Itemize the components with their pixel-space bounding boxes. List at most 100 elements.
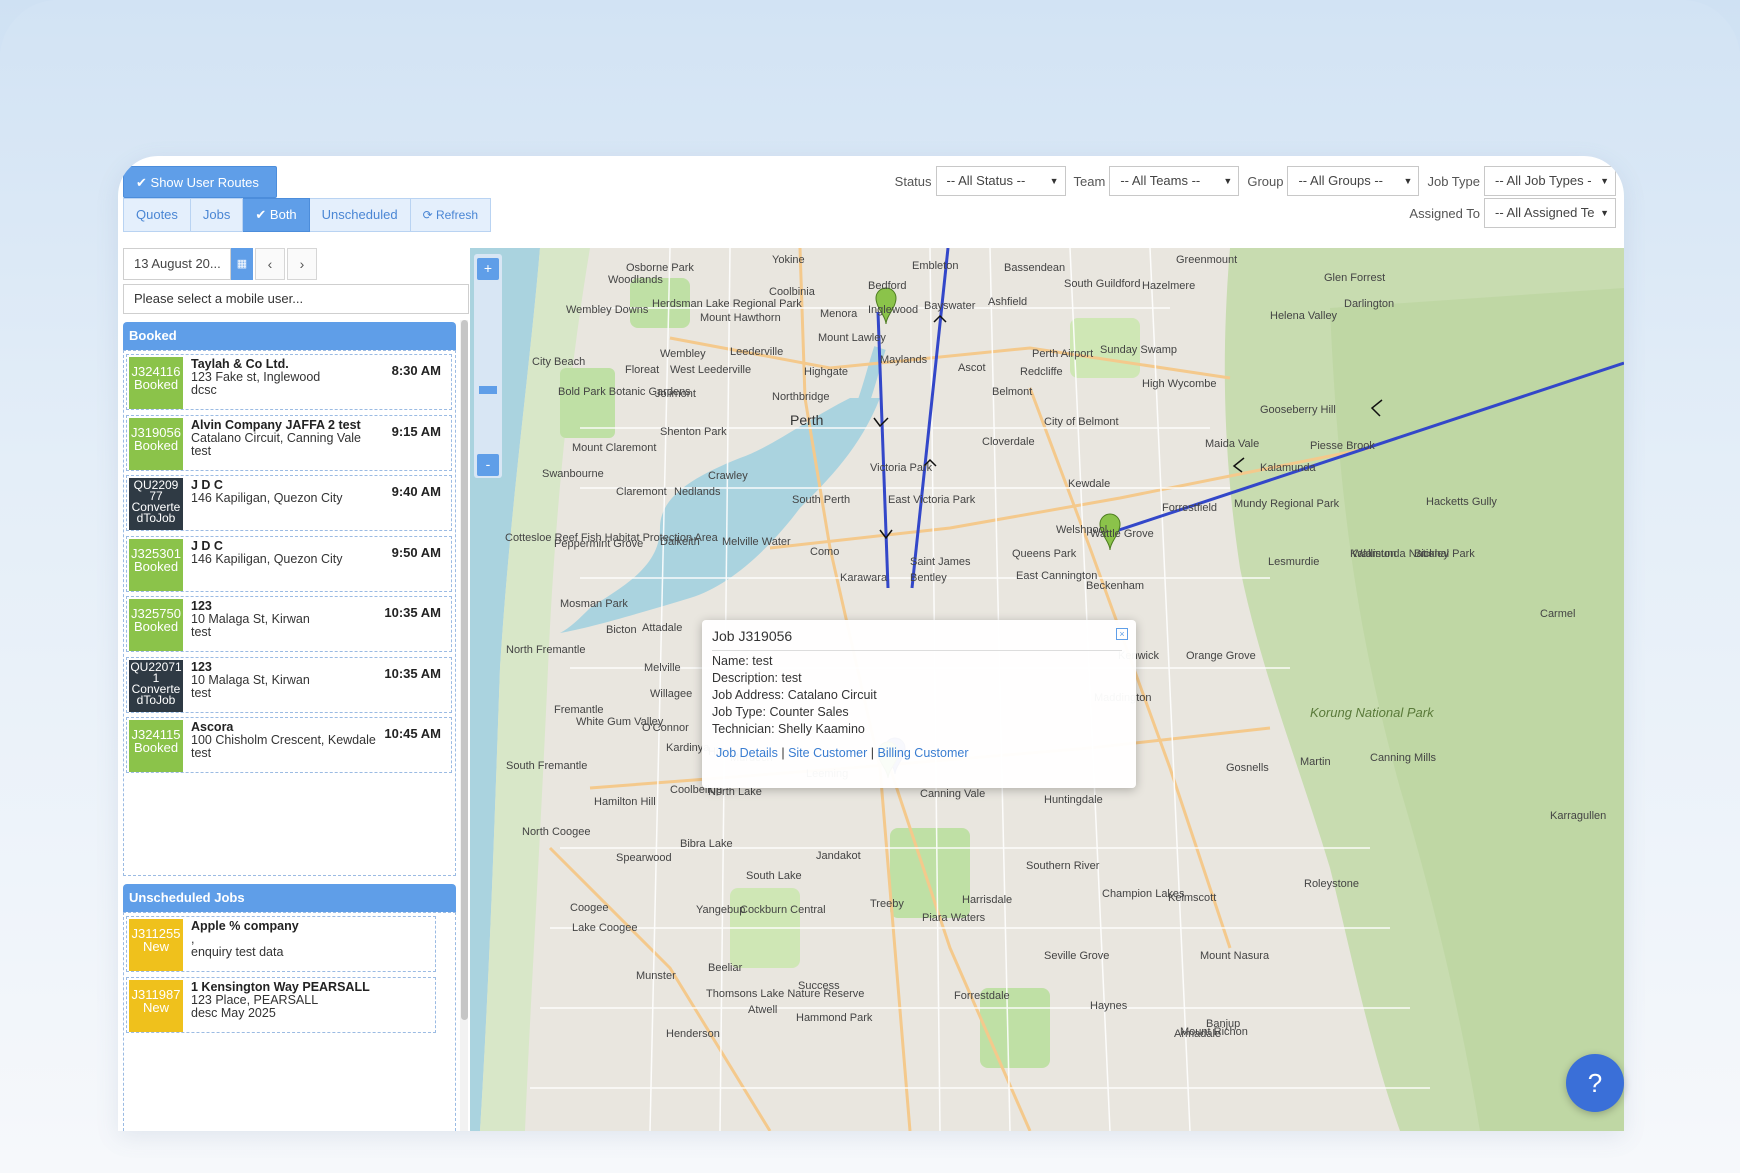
job-address: ,	[191, 932, 195, 946]
job-details-link[interactable]: Job Details	[716, 746, 778, 760]
map-label: Bold Park Botanic Gardens	[558, 386, 691, 398]
map-label: Gosnells	[1226, 762, 1269, 774]
job-info: Apple % company, enquiry test data	[191, 920, 381, 959]
job-card[interactable]: J311255 New Apple % company, enquiry test d…	[126, 916, 436, 972]
job-card[interactable]: QU22071 1 Converte dToJob 123 10 Malaga St,…	[126, 656, 452, 713]
job-status: Booked	[133, 437, 179, 453]
job-sidebar: 13 August 20... ▦ ‹ › Please select a mo…	[123, 248, 469, 1131]
map-label: Crawley	[708, 470, 748, 482]
group-label: Group	[1247, 173, 1284, 189]
map-label: Jandakot	[816, 850, 861, 862]
job-badge: J325750 Booked	[129, 599, 183, 651]
tab-quotes[interactable]: Quotes	[123, 198, 191, 232]
check-icon: ✔	[255, 207, 267, 222]
map-label: Coogee	[570, 902, 609, 914]
map-label: Bayswater	[924, 300, 976, 312]
map-label: Munster	[636, 970, 676, 982]
job-address: 146 Kapiligan, Quezon City	[191, 551, 343, 566]
map-label: Ascot	[958, 362, 986, 374]
zoom-out-button[interactable]: -	[477, 454, 499, 476]
job-title: Taylah & Co Ltd.	[191, 357, 289, 371]
caret-down-icon: ▼	[1223, 176, 1233, 186]
unscheduled-header: Unscheduled Jobs	[123, 884, 456, 912]
prev-day-button[interactable]: ‹	[255, 248, 285, 280]
map-label: Nedlands	[674, 486, 721, 498]
next-day-button[interactable]: ›	[287, 248, 317, 280]
map[interactable]: Osborne Park Yokine Embleton Bassendean Gree…	[470, 248, 1624, 1131]
job-status: New	[142, 1000, 169, 1015]
job-info: Alvin Company JAFFA 2 test Catalano Circu…	[191, 418, 381, 458]
mobile-user-select[interactable]: Please select a mobile user...	[123, 284, 469, 314]
map-label: Roleystone	[1304, 878, 1360, 890]
group-select[interactable]: -- All Groups -- ▼	[1287, 166, 1420, 196]
map-label: High Wycombe	[1142, 378, 1217, 390]
show-user-routes-button[interactable]: ✔ Show User Routes	[123, 166, 277, 198]
map-label: Yangebup	[696, 904, 746, 916]
map-label: South Fremantle	[506, 760, 588, 772]
job-card[interactable]: QU2209 77 Converte dToJob J D C 146 Kapilig…	[126, 475, 452, 531]
job-title: 123	[191, 599, 212, 613]
team-select[interactable]: -- All Teams -- ▼	[1109, 166, 1240, 196]
map-label: Melville Water	[722, 536, 791, 548]
job-card[interactable]: J324115 Booked Ascora 100 Chisholm Crescent…	[126, 717, 452, 773]
job-card[interactable]: J324116 Booked Taylah & Co Ltd. 123 Fake st…	[126, 354, 452, 410]
view-tabs: Quotes Jobs ✔ Both Unscheduled ⟳ Refresh	[123, 198, 491, 232]
job-id: QU22071 1	[130, 659, 182, 685]
zoom-slider-handle[interactable]	[479, 386, 497, 394]
job-card[interactable]: J311987 New 1 Kensington Way PEARSALL 123 P…	[126, 977, 436, 1033]
caret-down-icon: ▼	[1600, 208, 1609, 218]
map-label: Maylands	[880, 354, 928, 366]
close-icon[interactable]: ×	[1116, 628, 1128, 640]
job-time: 10:35 AM	[384, 605, 441, 620]
map-label: Korung National Park	[1310, 705, 1434, 720]
map-label: Karawara	[840, 572, 888, 584]
job-description: enquiry test data	[191, 945, 284, 959]
map-label: Bickley	[1414, 548, 1449, 560]
map-label: Bassendean	[1004, 262, 1066, 274]
tab-jobs[interactable]: Jobs	[190, 198, 244, 232]
job-card[interactable]: J325301 Booked J D C 146 Kapiligan, Quezon …	[126, 535, 452, 592]
job-card[interactable]: J319056 Booked Alvin Company JAFFA 2 test C…	[126, 414, 452, 471]
map-label: Willagee	[650, 688, 693, 700]
map-label: Claremont	[616, 486, 667, 498]
map-label: Shenton Park	[660, 426, 727, 438]
map-label: Atwell	[748, 1004, 778, 1016]
map-label: Kalamunda	[1260, 462, 1316, 474]
refresh-button[interactable]: ⟳ Refresh	[410, 198, 491, 232]
map-label: Embleton	[912, 260, 959, 272]
map-label: Beeliar	[708, 962, 743, 974]
sidebar-scroll-thumb[interactable]	[461, 320, 468, 1020]
job-type-select[interactable]: -- All Job Types - ▼	[1484, 166, 1616, 196]
billing-customer-link[interactable]: Billing Customer	[877, 746, 968, 760]
date-input[interactable]: 13 August 20...	[123, 248, 231, 280]
map-label: Lesmurdie	[1268, 556, 1320, 568]
job-time: 8:30 AM	[391, 363, 441, 378]
map-label: Canning Mills	[1370, 752, 1437, 764]
tab-both[interactable]: ✔ Both	[243, 198, 310, 232]
job-info: J D C 146 Kapiligan, Quezon City	[191, 539, 381, 566]
job-status: Converte dToJob	[131, 681, 181, 707]
job-status: Booked	[133, 377, 179, 392]
map-label: Piara Waters	[922, 912, 986, 924]
zoom-in-button[interactable]: +	[477, 258, 499, 280]
map-label: Bedford	[868, 280, 907, 292]
map-label: Woodlands	[608, 274, 663, 286]
map-label: Yokine	[772, 254, 805, 266]
assigned-to-select[interactable]: -- All Assigned Te ▼	[1484, 198, 1616, 228]
map-label: Attadale	[642, 622, 683, 634]
popup-name: Name: test	[712, 654, 773, 668]
map-label: Northbridge	[772, 391, 830, 403]
site-customer-link[interactable]: Site Customer	[788, 746, 867, 760]
map-label: Herdsman Lake Regional Park	[652, 298, 802, 310]
chat-help-icon[interactable]: ?	[1566, 1054, 1624, 1112]
map-label: Hammond Park	[796, 1012, 873, 1024]
map-label: Helena Valley	[1270, 310, 1338, 322]
job-popup: Job J319056 × Name: test Description: te…	[702, 620, 1136, 788]
map-label: Mount Lawley	[818, 332, 886, 344]
calendar-icon[interactable]: ▦	[231, 248, 253, 280]
tab-unscheduled[interactable]: Unscheduled	[309, 198, 411, 232]
job-card[interactable]: J325750 Booked 123 10 Malaga St, Kirwan test…	[126, 596, 452, 652]
job-badge: J324116 Booked	[129, 357, 183, 409]
status-select[interactable]: -- All Status -- ▼	[935, 166, 1066, 196]
map-label: South Lake	[746, 870, 802, 882]
